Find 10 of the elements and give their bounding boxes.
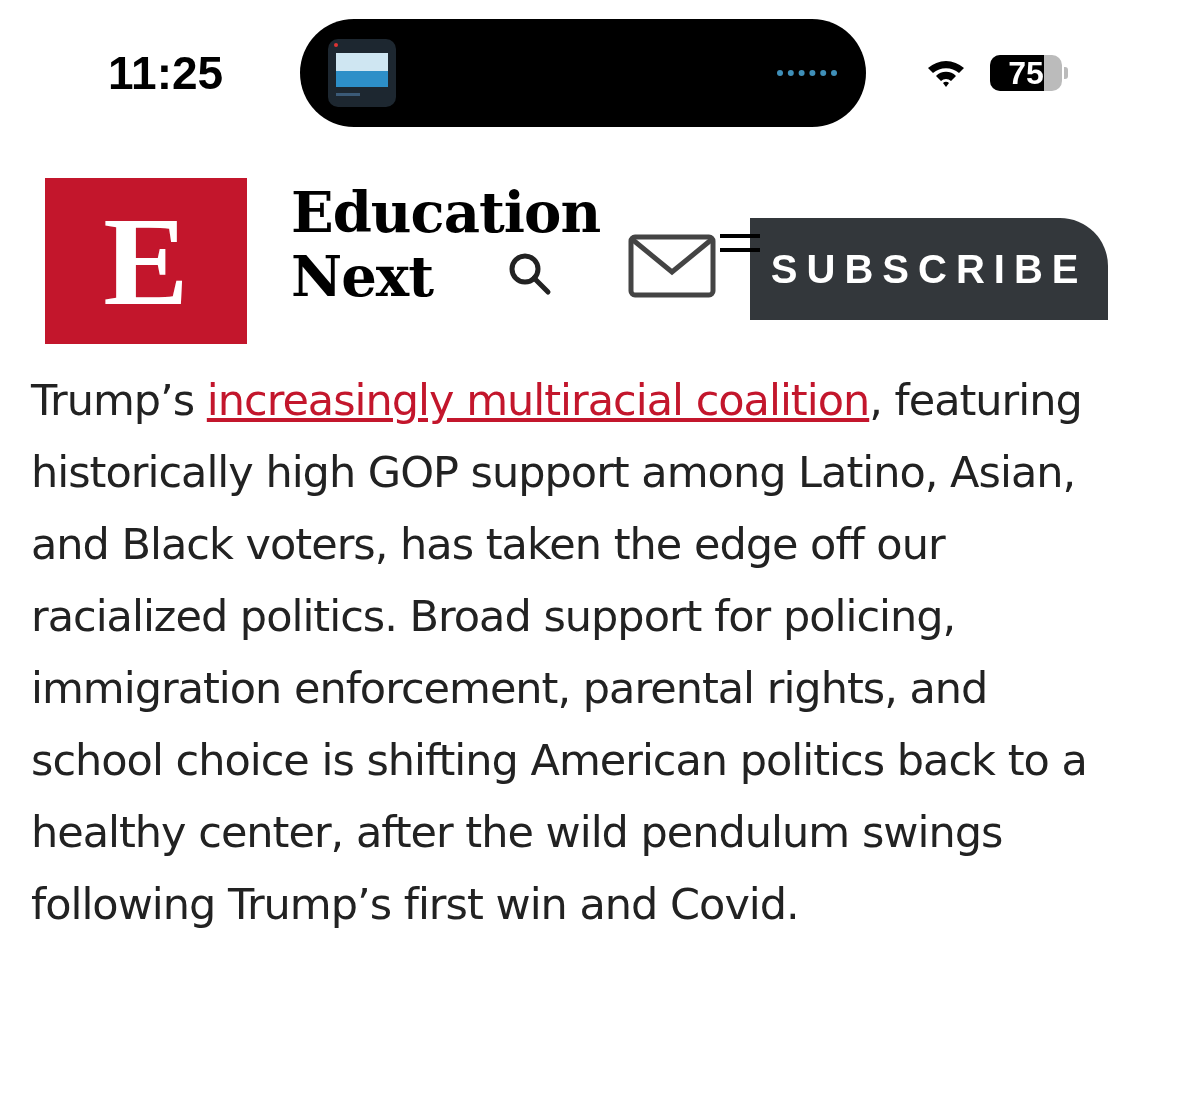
status-time: 11:25 xyxy=(108,46,225,100)
site-logo-text[interactable]: Education Next xyxy=(291,180,601,308)
article-link[interactable]: increasingly multiracial coalition xyxy=(206,375,870,425)
article-paragraph: Trump’s increasingly multiracial coalition, featuring historically high GOP support among Latino, Asian, and Black voters, has taken the edge off our racialized politics. Broad support for policing, immigration enforcement, parental rights, and school choice is shifting American politics back to a healthy center, after the wild pendulum swings following Trump’s first win and Covid. xyxy=(31,374,1088,931)
waveform-icon xyxy=(776,69,838,77)
battery-percentage: 75 xyxy=(1007,55,1045,91)
mail-icon[interactable] xyxy=(628,234,717,298)
logo-mark[interactable]: E xyxy=(45,178,247,344)
wifi-icon xyxy=(926,58,966,88)
subscribe-button[interactable]: SUBSCRIBE xyxy=(750,218,1109,320)
